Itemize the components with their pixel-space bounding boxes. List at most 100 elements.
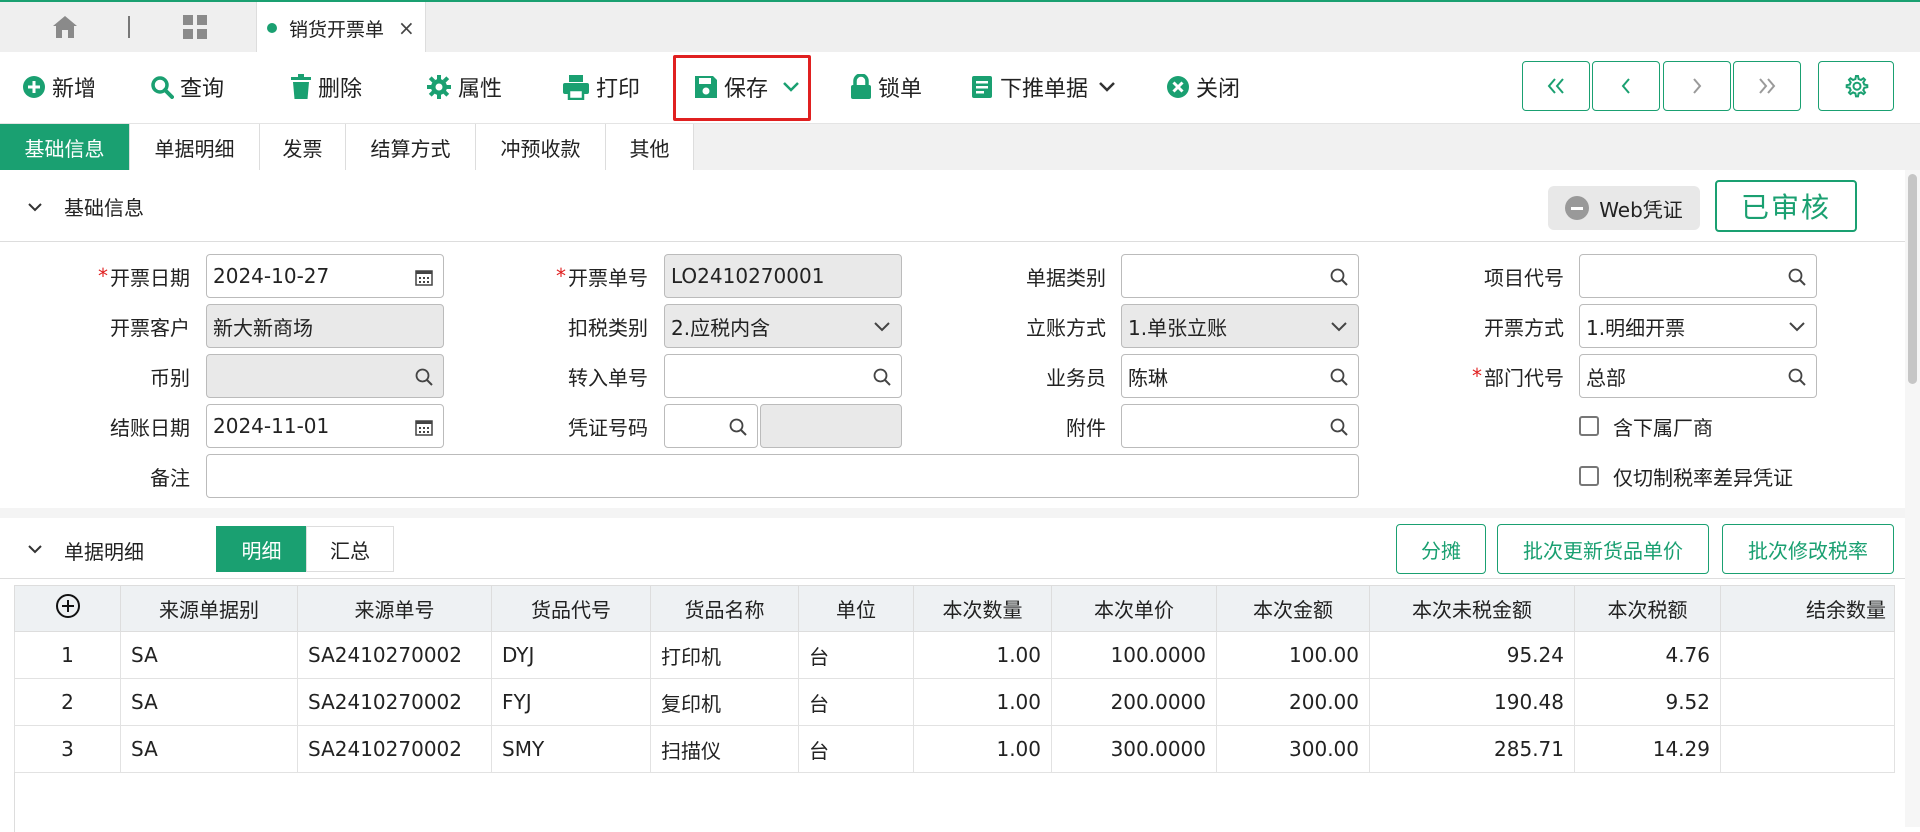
close-button[interactable]: 关闭 [1166,62,1240,112]
column-header[interactable]: 本次数量 [913,585,1052,632]
column-header[interactable]: 本次未税金额 [1369,585,1575,632]
amount-cell[interactable]: 300.00 [1216,725,1370,773]
column-header[interactable]: 货品代号 [491,585,651,632]
only-tax-diff-voucher-checkbox[interactable] [1579,466,1599,486]
tab-other[interactable]: 其他 [606,124,694,170]
segment-summary[interactable]: 汇总 [306,526,394,572]
last-record-button[interactable] [1733,61,1801,111]
search-icon[interactable] [871,366,893,388]
qty-cell[interactable]: 1.00 [913,678,1052,726]
source-no-cell[interactable]: SA2410270002 [297,631,492,679]
home-button[interactable] [0,2,130,52]
search-icon[interactable] [1328,366,1350,388]
column-header[interactable]: 单位 [798,585,914,632]
item-code-cell[interactable]: FYJ [491,678,651,726]
currency-field[interactable] [206,354,444,398]
column-header[interactable]: 来源单号 [297,585,492,632]
item-name-cell[interactable]: 扫描仪 [650,725,799,773]
search-icon[interactable] [1786,366,1808,388]
scrollbar-thumb[interactable] [1908,174,1917,384]
tax-cell[interactable]: 4.76 [1574,631,1721,679]
unit-cell[interactable]: 台 [798,725,914,773]
tab-advance-offset[interactable]: 冲预收款 [476,124,606,170]
item-code-cell[interactable]: DYJ [491,631,651,679]
tax-cell[interactable]: 9.52 [1574,678,1721,726]
qty-cell[interactable]: 1.00 [913,631,1052,679]
tab-detail[interactable]: 单据明细 [130,124,260,170]
untaxed-amount-cell[interactable]: 190.48 [1369,678,1575,726]
attachment-field[interactable] [1121,404,1359,448]
lock-button[interactable]: 锁单 [850,62,922,112]
include-sub-vendor-checkbox[interactable] [1579,416,1599,436]
segment-detail[interactable]: 明细 [216,526,307,572]
chevron-down-icon[interactable] [1786,316,1808,338]
column-header[interactable]: 本次金额 [1216,585,1370,632]
unit-cell[interactable]: 台 [798,631,914,679]
tax-type-select[interactable]: 2.应税内含 [664,304,902,348]
amount-cell[interactable]: 100.00 [1216,631,1370,679]
tab-sales-invoice[interactable]: 销货开票单 × [256,2,426,54]
properties-button[interactable]: 属性 [426,62,502,112]
settings-button[interactable] [1818,61,1894,111]
vertical-scrollbar[interactable] [1905,170,1920,827]
query-button[interactable]: 查询 [150,62,224,112]
price-cell[interactable]: 100.0000 [1051,631,1217,679]
qty-cell[interactable]: 1.00 [913,725,1052,773]
next-record-button[interactable] [1663,61,1731,111]
invoice-date-field[interactable]: 2024-10-27 [206,254,444,298]
column-header[interactable]: 结余数量 [1720,585,1895,632]
item-name-cell[interactable]: 打印机 [650,631,799,679]
allocate-button[interactable]: 分摊 [1396,524,1486,574]
source-type-cell[interactable]: SA [120,631,298,679]
tab-settlement[interactable]: 结算方式 [346,124,476,170]
web-voucher-button[interactable]: Web凭证 [1548,186,1700,230]
search-icon[interactable] [727,416,749,438]
item-name-cell[interactable]: 复印机 [650,678,799,726]
source-type-cell[interactable]: SA [120,725,298,773]
source-type-cell[interactable]: SA [120,678,298,726]
invoice-mode-select[interactable]: 1.明细开票 [1579,304,1817,348]
untaxed-amount-cell[interactable]: 285.71 [1369,725,1575,773]
close-tab-icon[interactable]: × [398,16,415,40]
chevron-down-icon[interactable] [871,316,893,338]
column-header[interactable]: 货品名称 [650,585,799,632]
price-cell[interactable]: 300.0000 [1051,725,1217,773]
app-grid-button[interactable] [170,2,220,52]
first-record-button[interactable] [1522,61,1590,111]
amount-cell[interactable]: 200.00 [1216,678,1370,726]
calendar-icon[interactable] [413,416,435,438]
search-icon[interactable] [1786,266,1808,288]
collapse-chevron-icon[interactable] [26,540,44,558]
collapse-chevron-icon[interactable] [26,198,44,216]
column-header[interactable]: 本次税额 [1574,585,1721,632]
source-no-cell[interactable]: SA2410270002 [297,678,492,726]
unit-cell[interactable]: 台 [798,678,914,726]
calendar-icon[interactable] [413,266,435,288]
balance-qty-cell[interactable] [1720,725,1895,773]
balance-qty-cell[interactable] [1720,678,1895,726]
table-row[interactable]: 2 SA SA2410270002 FYJ 复印机 台 1.00 200.000… [14,678,1895,726]
push-down-button[interactable]: 下推单据 [970,62,1116,112]
source-no-cell[interactable]: SA2410270002 [297,725,492,773]
batch-modify-tax-button[interactable]: 批次修改税率 [1722,524,1894,574]
add-row-button[interactable] [14,585,121,632]
search-icon[interactable] [413,366,435,388]
search-icon[interactable] [1328,416,1350,438]
table-row[interactable]: 1 SA SA2410270002 DYJ 打印机 台 1.00 100.000… [14,631,1895,679]
transfer-no-field[interactable] [664,354,902,398]
chevron-down-icon[interactable] [1328,316,1350,338]
tab-basic-info[interactable]: 基础信息 [0,124,130,170]
column-header[interactable]: 来源单据别 [120,585,298,632]
voucher-no-field[interactable] [664,404,758,448]
close-date-field[interactable]: 2024-11-01 [206,404,444,448]
dept-code-field[interactable]: 总部 [1579,354,1817,398]
delete-button[interactable]: 删除 [290,62,362,112]
price-cell[interactable]: 200.0000 [1051,678,1217,726]
tab-invoice[interactable]: 发票 [260,124,346,170]
doc-type-field[interactable] [1121,254,1359,298]
table-row[interactable]: 3 SA SA2410270002 SMY 扫描仪 台 1.00 300.000… [14,725,1895,773]
balance-qty-cell[interactable] [1720,631,1895,679]
print-button[interactable]: 打印 [562,62,640,112]
batch-update-price-button[interactable]: 批次更新货品单价 [1497,524,1709,574]
previous-record-button[interactable] [1592,61,1660,111]
